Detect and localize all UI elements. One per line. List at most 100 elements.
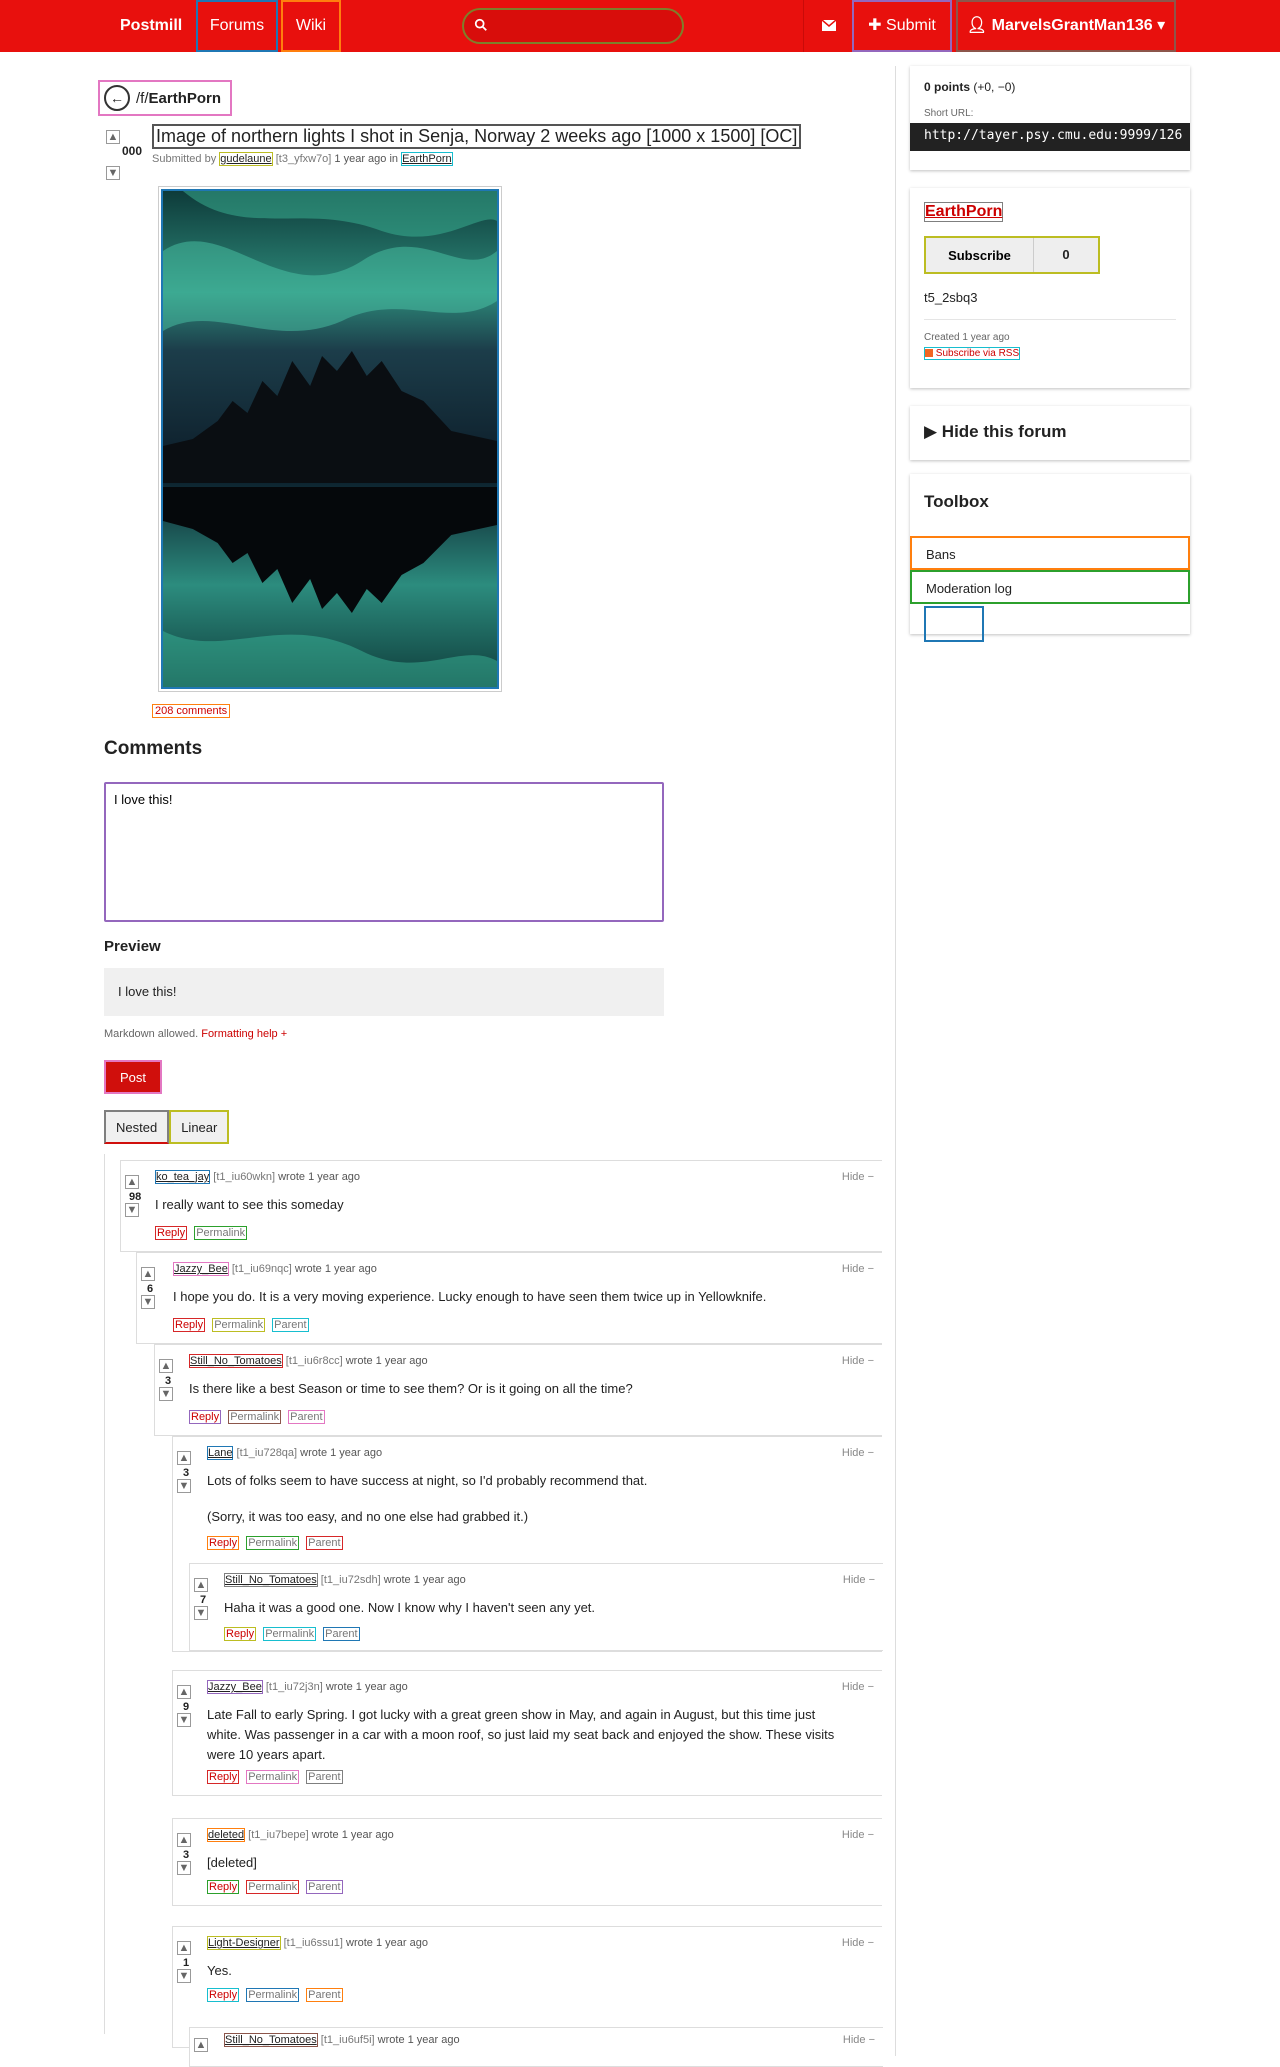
arrow-left-icon: ← <box>104 85 130 111</box>
submit-link[interactable]: ✚ Submit <box>852 0 952 52</box>
hide-comment-link[interactable]: Hide − <box>842 1937 874 1949</box>
back-to-forum-link[interactable]: ← /f/EarthPorn <box>98 80 232 116</box>
parent-link[interactable]: Parent <box>288 1410 325 1424</box>
upvote-icon[interactable]: ▲ <box>125 1175 139 1189</box>
reply-link[interactable]: Reply <box>207 1880 240 1894</box>
hide-comment-link[interactable]: Hide − <box>842 1447 874 1459</box>
comment-votes: ▲ <box>194 2038 208 2052</box>
permalink-link[interactable]: Permalink <box>246 1988 300 2002</box>
parent-link[interactable]: Parent <box>323 1627 360 1641</box>
comment: ▲ Still_No_Tomatoes [t1_iu6uf5i] wrote 1… <box>189 2027 883 2067</box>
downvote-icon[interactable]: ▼ <box>141 1295 155 1309</box>
short-url-value[interactable]: http://tayer.psy.cmu.edu:9999/126 <box>910 123 1190 151</box>
upvote-icon[interactable]: ▲ <box>159 1359 173 1373</box>
forum-name-link[interactable]: EarthPorn <box>924 202 1004 222</box>
search-input[interactable] <box>494 14 674 38</box>
rss-link[interactable]: Subscribe via RSS <box>924 347 1021 360</box>
wiki-link[interactable]: Wiki <box>281 0 341 52</box>
search-box[interactable] <box>462 8 684 44</box>
reply-link[interactable]: Reply <box>189 1410 222 1424</box>
parent-link[interactable]: Parent <box>272 1318 309 1332</box>
moderation-log-link[interactable]: Moderation log <box>910 570 1190 604</box>
permalink-link[interactable]: Permalink <box>246 1770 300 1784</box>
upvote-icon[interactable]: ▲ <box>141 1267 155 1281</box>
upvote-icon[interactable]: ▲ <box>194 1578 208 1592</box>
parent-link[interactable]: Parent <box>306 1988 343 2002</box>
reply-link[interactable]: Reply <box>224 1627 257 1641</box>
hide-comment-link[interactable]: Hide − <box>842 1171 874 1183</box>
upvote-icon[interactable]: ▲ <box>177 1451 191 1465</box>
reply-link[interactable]: Reply <box>207 1770 240 1784</box>
brand-link[interactable]: Postmill <box>106 0 196 52</box>
permalink-link[interactable]: Permalink <box>246 1880 300 1894</box>
comment: ▲ ▼ 98 ko_tea_jay [t1_iu60wkn] wrote 1 y… <box>120 1160 882 1252</box>
comment-author-link[interactable]: Jazzy_Bee <box>173 1262 229 1276</box>
post-age: 1 year ago in <box>334 153 399 165</box>
user-menu[interactable]: 👤︎ MarvelsGrantMan136 ▾ <box>956 0 1176 52</box>
hide-comment-link[interactable]: Hide − <box>843 1574 875 1586</box>
linear-view-button[interactable]: Linear <box>169 1110 230 1144</box>
post-title[interactable]: Image of northern lights I shot in Senja… <box>152 124 802 149</box>
comment-author-link[interactable]: Lane <box>207 1446 234 1460</box>
post-image-frame[interactable] <box>158 186 502 692</box>
post-downvote-icon[interactable]: ▼ <box>106 166 120 180</box>
comment-author-link[interactable]: Jazzy_Bee <box>207 1680 263 1694</box>
permalink-link[interactable]: Permalink <box>194 1226 248 1240</box>
downvote-icon[interactable]: ▼ <box>177 1713 191 1727</box>
hide-comment-link[interactable]: Hide − <box>843 2034 875 2046</box>
comment-author-link[interactable]: Light-Designer <box>207 1936 281 1950</box>
messages-link[interactable] <box>806 0 852 52</box>
downvote-icon[interactable]: ▼ <box>177 1969 191 1983</box>
comment-textarea[interactable] <box>104 782 664 922</box>
reply-link[interactable]: Reply <box>155 1226 188 1240</box>
comment-id: [t1_iu7bepe] <box>248 1829 309 1841</box>
parent-link[interactable]: Parent <box>306 1536 343 1550</box>
comment-author-link[interactable]: Still_No_Tomatoes <box>189 1354 283 1368</box>
upvote-icon[interactable]: ▲ <box>177 1833 191 1847</box>
comment-id: [t1_iu6r8cc] <box>285 1355 343 1367</box>
comment-id: [t1_iu6ssu1] <box>283 1937 343 1949</box>
permalink-link[interactable]: Permalink <box>228 1410 282 1424</box>
parent-link[interactable]: Parent <box>306 1880 343 1894</box>
permalink-link[interactable]: Permalink <box>212 1318 266 1332</box>
formatting-help-link[interactable]: Formatting help + <box>201 1028 287 1040</box>
downvote-icon[interactable]: ▼ <box>194 1606 208 1620</box>
hide-comment-link[interactable]: Hide − <box>842 1829 874 1841</box>
downvote-icon[interactable]: ▼ <box>177 1479 191 1493</box>
comments-count-link[interactable]: 208 comments <box>152 704 231 718</box>
comment-author-link[interactable]: Still_No_Tomatoes <box>224 2033 318 2047</box>
downvote-icon[interactable]: ▼ <box>125 1203 139 1217</box>
upvote-icon[interactable]: ▲ <box>194 2038 208 2052</box>
downvote-icon[interactable]: ▼ <box>177 1861 191 1875</box>
hide-comment-link[interactable]: Hide − <box>842 1263 874 1275</box>
parent-link[interactable]: Parent <box>306 1770 343 1784</box>
reply-link[interactable]: Reply <box>207 1536 240 1550</box>
post-comment-button[interactable]: Post <box>104 1060 162 1094</box>
permalink-link[interactable]: Permalink <box>246 1536 300 1550</box>
northern-lights-image <box>161 189 499 689</box>
post-upvote-icon[interactable]: ▲ <box>106 130 120 144</box>
permalink-link[interactable]: Permalink <box>263 1627 317 1641</box>
subscribe-button[interactable]: Subscribe <box>926 238 1034 272</box>
nested-view-button[interactable]: Nested <box>104 1110 170 1144</box>
comment-actions: Reply Permalink Parent <box>207 1988 347 2002</box>
comment-age: wrote 1 year ago <box>278 1171 361 1183</box>
forums-link[interactable]: Forums <box>196 0 278 52</box>
comment-author-link[interactable]: ko_tea_jay <box>155 1170 211 1184</box>
hide-forum-toggle[interactable]: ▶ Hide this forum <box>910 406 1190 460</box>
comment-author-link[interactable]: deleted <box>207 1828 246 1842</box>
reply-link[interactable]: Reply <box>207 1988 240 2002</box>
upvote-icon[interactable]: ▲ <box>177 1941 191 1955</box>
hide-comment-link[interactable]: Hide − <box>842 1681 874 1693</box>
post-forum-link[interactable]: EarthPorn <box>401 152 453 166</box>
toolbox-empty-slot[interactable] <box>924 606 984 642</box>
comment-author-link[interactable]: Still_No_Tomatoes <box>224 1573 318 1587</box>
comment-id: [t1_iu728qa] <box>236 1447 298 1459</box>
comment-header: Still_No_Tomatoes [t1_iu72sdh] wrote 1 y… <box>224 1573 466 1587</box>
upvote-icon[interactable]: ▲ <box>177 1685 191 1699</box>
post-author-link[interactable]: gudelaune <box>219 152 273 166</box>
hide-comment-link[interactable]: Hide − <box>842 1355 874 1367</box>
reply-link[interactable]: Reply <box>173 1318 206 1332</box>
downvote-icon[interactable]: ▼ <box>159 1387 173 1401</box>
bans-link[interactable]: Bans <box>910 536 1190 570</box>
